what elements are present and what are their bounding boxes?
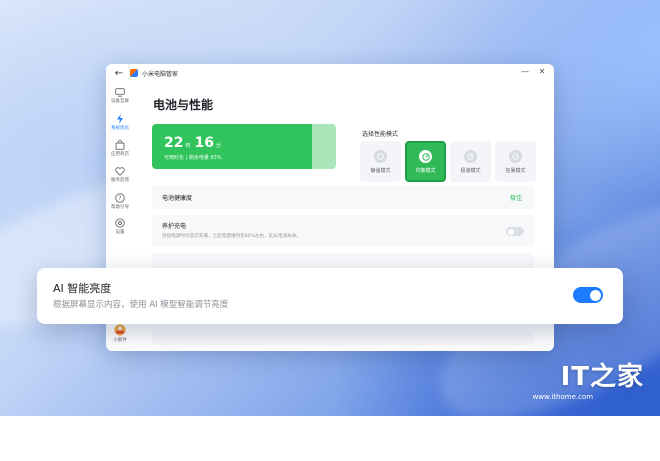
- mode-label: 极速模式: [460, 168, 481, 174]
- mode-beast-icon: [509, 150, 522, 163]
- sidebar-item-label: 设备互联: [111, 99, 129, 104]
- heart-icon: [115, 167, 125, 176]
- help-icon: ?: [115, 193, 125, 203]
- back-arrow-icon[interactable]: ←: [112, 68, 126, 79]
- ai-brightness-toggle[interactable]: [573, 287, 603, 303]
- sidebar-item-devices[interactable]: 设备互联: [106, 88, 134, 104]
- battery-health-label: 电池健康度: [162, 195, 193, 202]
- battery-subtitle: 可用时长 | 剩余电量 83%: [164, 155, 222, 161]
- battery-card: 22 时 16 分 可用时长 | 剩余电量 83%: [152, 124, 336, 169]
- sidebar-item-widgets[interactable]: 小部件: [106, 324, 134, 343]
- minimize-button[interactable]: —: [519, 67, 531, 76]
- ai-brightness-description: 根据屏幕显示内容，使用 AI 模型智能调节亮度: [53, 300, 229, 310]
- close-button[interactable]: ✕: [536, 67, 548, 76]
- care-charge-label: 养护充电: [162, 223, 187, 230]
- mode-balanced-icon: [419, 150, 432, 163]
- battery-minutes-unit: 分: [215, 143, 221, 149]
- watermark-logo: IT之家: [560, 362, 644, 392]
- shopping-bag-icon: [115, 140, 125, 150]
- lightning-icon: [117, 114, 123, 124]
- ai-brightness-title: AI 智能亮度: [53, 282, 112, 295]
- mode-fast-button[interactable]: 极速模式: [450, 141, 491, 182]
- care-charge-toggle[interactable]: [506, 227, 524, 236]
- sidebar-item-label: 帮助引导: [111, 205, 129, 210]
- page-title: 电池与性能: [153, 98, 214, 112]
- sidebar-item-settings[interactable]: 设置: [106, 218, 134, 235]
- mode-heading: 选择性能模式: [362, 131, 399, 138]
- app-title: 小米电脑管家: [142, 70, 179, 78]
- monitor-icon: [115, 88, 125, 97]
- sidebar-item-label: 应用商店: [111, 152, 129, 157]
- battery-hours: 22: [164, 135, 184, 151]
- care-charge-row: 养护充电 连接电源时仅首次充满，之后电量维持在80%左右，延长电池寿命。: [152, 215, 534, 247]
- ai-brightness-card: AI 智能亮度 根据屏幕显示内容，使用 AI 模型智能调节亮度: [37, 268, 623, 324]
- gear-icon: [115, 218, 125, 228]
- sidebar-item-store[interactable]: 应用商店: [106, 140, 134, 157]
- svg-text:?: ?: [118, 195, 121, 202]
- mode-quiet-button[interactable]: 静谧模式: [360, 141, 401, 182]
- mode-fast-icon: [464, 150, 477, 163]
- sidebar-item-help[interactable]: ? 帮助引导: [106, 193, 134, 210]
- battery-minutes: 16: [194, 135, 214, 151]
- mode-label: 均衡模式: [415, 168, 436, 174]
- mode-label: 静谧模式: [370, 168, 391, 174]
- sidebar-item-label: 系统优化: [111, 126, 129, 131]
- mode-beast-button[interactable]: 狂暴模式: [495, 141, 536, 182]
- battery-hours-unit: 时: [185, 143, 191, 149]
- sidebar-item-label: 服务反馈: [111, 178, 129, 183]
- sidebar-item-feedback[interactable]: 服务反馈: [106, 167, 134, 183]
- settings-row-hidden: [152, 331, 534, 345]
- watermark-url: www.ithome.com: [532, 393, 594, 401]
- battery-health-row[interactable]: 电池健康度 极佳: [152, 185, 534, 209]
- mode-label: 狂暴模式: [505, 168, 526, 174]
- mode-quiet-icon: [374, 150, 387, 163]
- care-charge-description: 连接电源时仅首次充满，之后电量维持在80%左右，延长电池寿命。: [162, 234, 301, 239]
- app-logo-icon: [130, 69, 138, 77]
- battery-remaining-time: 22 时 16 分: [164, 132, 225, 151]
- sidebar-item-optimize[interactable]: 系统优化: [106, 114, 134, 131]
- sidebar-item-label: 设置: [115, 230, 125, 235]
- watermark: IT之家 www.ithome.com: [533, 356, 644, 401]
- battery-health-value[interactable]: 极佳: [510, 193, 522, 202]
- title-bar: ← 小米电脑管家 — ✕: [106, 64, 554, 82]
- widget-icon: [114, 324, 126, 336]
- mode-balanced-button[interactable]: 均衡模式: [405, 141, 446, 182]
- sidebar-item-label: 小部件: [113, 338, 127, 343]
